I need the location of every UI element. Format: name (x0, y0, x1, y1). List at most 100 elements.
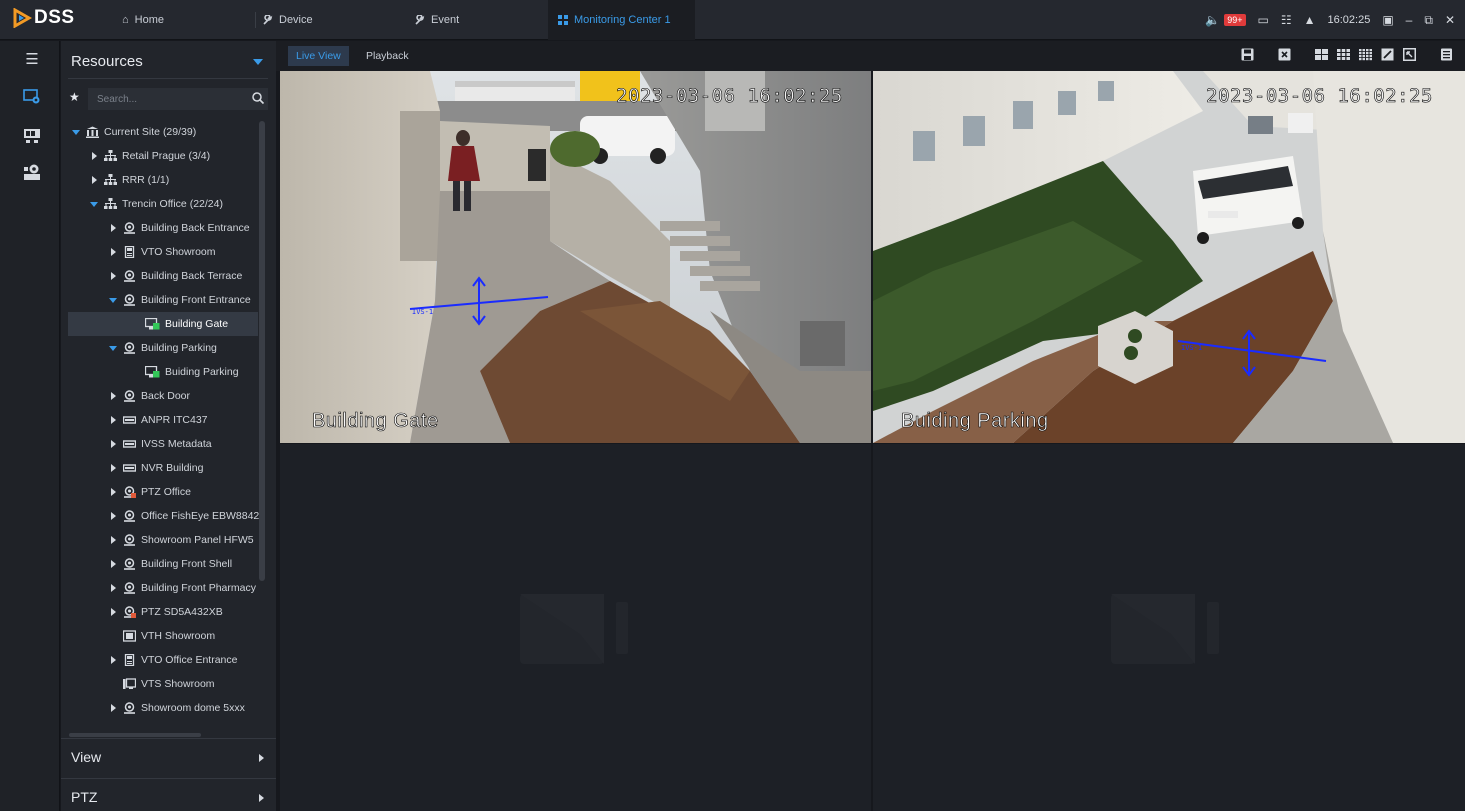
camera-icon (123, 342, 136, 354)
custom-split-icon[interactable] (1381, 48, 1394, 61)
message-icon[interactable]: ▭ (1258, 13, 1269, 27)
fullscreen-icon[interactable] (1403, 48, 1416, 61)
tab-event[interactable]: Event (414, 0, 459, 40)
chevron-down-icon[interactable] (253, 59, 263, 65)
tree-node-device[interactable]: IVSS Metadata (61, 432, 261, 456)
tab-monitoring-label: Monitoring Center 1 (574, 14, 671, 26)
tab-home[interactable]: ⌂ Home (122, 0, 164, 40)
tree-node-device[interactable]: Building Back Terrace (61, 264, 261, 288)
network-icon[interactable]: ☷ (1281, 13, 1292, 27)
video-cell-empty[interactable] (873, 444, 1465, 811)
tree-node-device[interactable]: Building Front Shell (61, 552, 261, 576)
expand-toggle-icon[interactable] (108, 343, 118, 353)
panel-header[interactable]: Resources (71, 53, 271, 70)
split-9-icon[interactable] (1337, 48, 1350, 61)
tree-node-device[interactable]: PTZ SD5A432XB (61, 600, 261, 624)
tree-node-device[interactable]: Building Front Pharmacy (61, 576, 261, 600)
expand-toggle-icon[interactable] (89, 199, 99, 209)
tree-node-current-site[interactable]: Current Site (29/39) (61, 120, 261, 144)
tree-vertical-scrollbar[interactable] (259, 121, 265, 581)
tab-playback[interactable]: Playback (358, 46, 417, 66)
save-view-icon[interactable] (1241, 48, 1254, 61)
video-cell-building-gate[interactable]: IVS-1 2023-03-06 16:02:25 Building Gate (280, 71, 871, 443)
tree-node-device[interactable]: NVR Building (61, 456, 261, 480)
split-4-icon[interactable] (1315, 48, 1328, 61)
video-cell-empty[interactable] (280, 444, 871, 811)
tree-node-label: NVR Building (141, 462, 204, 474)
camera-icon (123, 390, 136, 402)
tree-node-device[interactable]: Showroom Panel HFW5 (61, 528, 261, 552)
tree-horizontal-scrollbar[interactable] (69, 733, 201, 737)
top-bar: DSS ⌂ Home Device Event Monitoring Cente… (0, 0, 1465, 40)
expand-toggle-icon[interactable] (108, 607, 118, 617)
expand-toggle-icon[interactable] (108, 535, 118, 545)
tree-node-device[interactable]: PTZ Office (61, 480, 261, 504)
expand-toggle-icon[interactable] (108, 415, 118, 425)
speaker-icon[interactable]: 🔈 (1205, 13, 1220, 27)
expand-toggle-icon[interactable] (108, 223, 118, 233)
tab-monitoring-center[interactable]: Monitoring Center 1 (548, 0, 695, 40)
resources-panel: Resources ★ Current Site (29/39) Retail … (61, 41, 276, 811)
map-rail-icon[interactable] (22, 162, 42, 182)
clock: 16:02:25 (1327, 14, 1371, 26)
expand-toggle-icon[interactable] (108, 511, 118, 521)
expand-toggle-icon[interactable] (108, 559, 118, 569)
menu-icon[interactable]: ☰ (22, 49, 42, 69)
tree-node-device[interactable]: VTH Showroom (61, 624, 261, 648)
close-icon[interactable]: ✕ (1445, 13, 1455, 27)
tree-node-device[interactable]: VTO Office Entrance (61, 648, 261, 672)
tree-node-retail-prague[interactable]: Retail Prague (3/4) (61, 144, 261, 168)
section-ptz[interactable]: PTZ (61, 778, 276, 811)
tree-node-device[interactable]: ANPR ITC437 (61, 408, 261, 432)
tree-node-device[interactable]: Office FishEye EBW8842 (61, 504, 261, 528)
tree-node-device[interactable]: Building Parking (61, 336, 261, 360)
expand-toggle-icon[interactable] (108, 487, 118, 497)
video-wall-rail-icon[interactable] (22, 126, 42, 146)
tree-node-device[interactable]: Back Door (61, 384, 261, 408)
expand-toggle-icon[interactable] (108, 463, 118, 473)
expand-toggle-icon[interactable] (108, 271, 118, 281)
camera-icon (123, 534, 136, 546)
tree-node-channel[interactable]: Buiding Parking (61, 360, 261, 384)
minimize-icon[interactable]: – (1406, 13, 1413, 27)
more-options-icon[interactable] (1440, 48, 1453, 61)
close-all-icon[interactable] (1278, 48, 1291, 61)
tree-node-device[interactable]: Building Back Entrance (61, 216, 261, 240)
restore-icon[interactable]: ⧉ (1424, 13, 1433, 28)
tree-node-label: VTS Showroom (141, 678, 215, 690)
tree-node-label: Retail Prague (3/4) (122, 150, 211, 162)
expand-toggle-icon[interactable] (108, 703, 118, 713)
tree-node-label: Back Door (141, 390, 191, 402)
tree-node-channel-selected[interactable]: Building Gate (68, 312, 258, 336)
expand-toggle-icon[interactable] (71, 127, 81, 137)
favorite-star-icon[interactable]: ★ (69, 90, 80, 104)
split-16-icon[interactable] (1359, 48, 1372, 61)
expand-toggle-icon[interactable] (108, 655, 118, 665)
section-view[interactable]: View (61, 738, 276, 776)
tree-node-device[interactable]: Building Front Entrance (61, 288, 261, 312)
live-view-rail-icon[interactable] (22, 87, 42, 107)
search-input[interactable] (88, 88, 268, 110)
expand-toggle-icon[interactable] (108, 391, 118, 401)
tab-live-view[interactable]: Live View (288, 46, 349, 66)
expand-toggle-icon[interactable] (108, 295, 118, 305)
video-cell-building-parking[interactable]: IVS-1 2023-03-06 16:02:25 Buiding Parkin… (873, 71, 1465, 443)
expand-toggle-icon[interactable] (108, 439, 118, 449)
expand-toggle-icon[interactable] (89, 151, 99, 161)
search-icon[interactable] (251, 91, 265, 105)
expand-toggle-icon[interactable] (108, 583, 118, 593)
view-tools (1241, 48, 1453, 61)
tree-node-device[interactable]: Showroom dome 5xxx (61, 696, 261, 720)
tree-node-trencin-office[interactable]: Trencin Office (22/24) (61, 192, 261, 216)
tree-node-device[interactable]: VTS Showroom (61, 672, 261, 696)
recorder-icon (123, 462, 136, 474)
user-icon[interactable]: ▲ (1304, 13, 1316, 27)
section-view-label: View (71, 749, 102, 765)
lock-icon[interactable]: ▣ (1382, 13, 1393, 27)
tree-node-device[interactable]: VTO Showroom (61, 240, 261, 264)
expand-toggle-icon[interactable] (89, 175, 99, 185)
tree-node-rrr[interactable]: RRR (1/1) (61, 168, 261, 192)
expand-toggle-icon[interactable] (108, 247, 118, 257)
camera-icon (123, 222, 136, 234)
tab-device[interactable]: Device (262, 0, 313, 40)
